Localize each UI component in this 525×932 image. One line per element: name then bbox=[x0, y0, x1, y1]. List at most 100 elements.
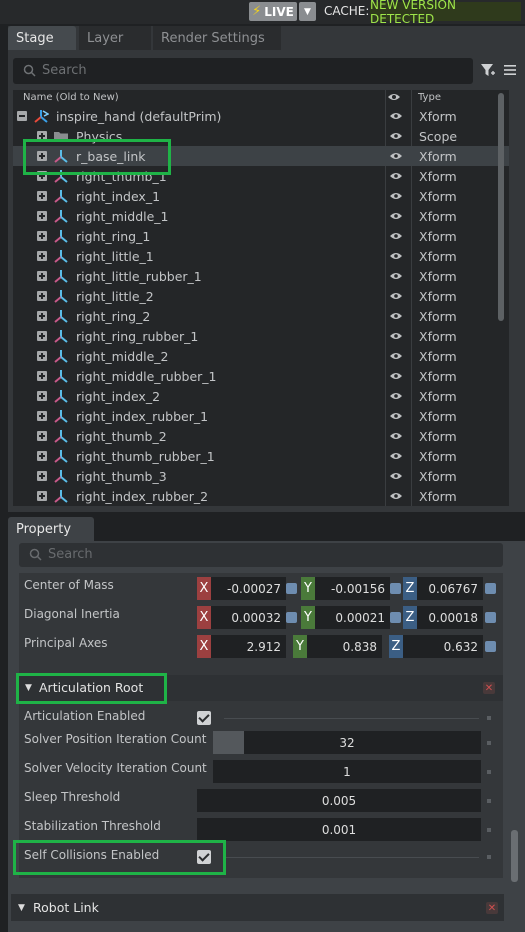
diagonal-inertia-x-field[interactable]: 0.00032 bbox=[211, 606, 286, 629]
expand-icon[interactable] bbox=[37, 211, 47, 221]
expand-icon[interactable] bbox=[37, 131, 47, 141]
keyframe-button[interactable] bbox=[485, 583, 496, 594]
expand-icon[interactable] bbox=[37, 471, 47, 481]
tree-row[interactable]: right_little_rubber_1 Xform bbox=[13, 266, 509, 286]
reset-dot[interactable] bbox=[487, 741, 491, 745]
visibility-eye-icon[interactable] bbox=[389, 371, 403, 381]
visibility-eye-icon[interactable] bbox=[389, 411, 403, 421]
expand-icon[interactable] bbox=[37, 351, 47, 361]
self-collisions-checkbox[interactable] bbox=[197, 850, 211, 864]
tree-row[interactable]: right_ring_1 Xform bbox=[13, 226, 509, 246]
solver-velocity-field[interactable]: 1 bbox=[213, 760, 481, 783]
live-dropdown-button[interactable]: ▼ bbox=[299, 2, 316, 21]
sleep-threshold-field[interactable]: 0.005 bbox=[197, 789, 481, 812]
expand-icon[interactable] bbox=[37, 451, 47, 461]
tree-row[interactable]: right_index_rubber_2 Xform bbox=[13, 486, 509, 506]
stabilization-threshold-field[interactable]: 0.001 bbox=[197, 818, 481, 841]
tree-row[interactable]: right_middle_1 Xform bbox=[13, 206, 509, 226]
principal-axes-z[interactable]: Z 0.632 bbox=[389, 635, 483, 658]
tree-row[interactable]: right_ring_rubber_1 Xform bbox=[13, 326, 509, 346]
tree-row[interactable]: Physics Scope bbox=[13, 126, 509, 146]
expand-icon[interactable] bbox=[37, 391, 47, 401]
visibility-eye-icon[interactable] bbox=[389, 431, 403, 441]
tab-property[interactable]: Property bbox=[8, 517, 94, 541]
diagonal-inertia-z[interactable]: Z 0.00018 bbox=[403, 606, 483, 629]
expand-icon[interactable] bbox=[37, 491, 47, 501]
expand-icon[interactable] bbox=[37, 151, 47, 161]
visibility-eye-icon[interactable] bbox=[389, 331, 403, 341]
visibility-eye-icon[interactable] bbox=[389, 231, 403, 241]
tab-layer[interactable]: Layer bbox=[79, 26, 151, 50]
filter-icon[interactable] bbox=[480, 62, 496, 78]
visibility-eye-icon[interactable] bbox=[389, 471, 403, 481]
tree-row[interactable]: right_little_1 Xform bbox=[13, 246, 509, 266]
visibility-eye-icon[interactable] bbox=[389, 171, 403, 181]
visibility-eye-icon[interactable] bbox=[389, 451, 403, 461]
visibility-eye-icon[interactable] bbox=[389, 251, 403, 261]
column-name-header[interactable]: Name (Old to New) bbox=[23, 92, 119, 103]
expand-icon[interactable] bbox=[37, 271, 47, 281]
tree-row[interactable]: right_little_2 Xform bbox=[13, 286, 509, 306]
tree-row[interactable]: right_index_rubber_1 Xform bbox=[13, 406, 509, 426]
robot-link-header[interactable]: ▼ Robot Link ✕ bbox=[11, 894, 504, 921]
slider-handle[interactable] bbox=[213, 731, 244, 754]
tab-render-settings[interactable]: Render Settings bbox=[153, 26, 281, 50]
reset-dot[interactable] bbox=[487, 770, 491, 774]
expand-icon[interactable] bbox=[37, 331, 47, 341]
keyframe-button[interactable] bbox=[485, 641, 496, 652]
diagonal-inertia-z-field[interactable]: 0.00018 bbox=[417, 606, 483, 629]
principal-axes-y-field[interactable]: 0.838 bbox=[307, 635, 382, 658]
expand-icon[interactable] bbox=[37, 411, 47, 421]
tree-row[interactable]: r_base_link Xform bbox=[13, 146, 509, 166]
visibility-eye-icon[interactable] bbox=[389, 311, 403, 321]
visibility-eye-icon[interactable] bbox=[389, 151, 403, 161]
center-of-mass-y-field[interactable]: -0.00156 bbox=[315, 577, 390, 600]
expand-icon[interactable] bbox=[37, 371, 47, 381]
visibility-eye-icon[interactable] bbox=[387, 91, 401, 103]
visibility-eye-icon[interactable] bbox=[389, 131, 403, 141]
property-search-input[interactable]: Search bbox=[19, 543, 503, 567]
tree-row[interactable]: right_middle_2 Xform bbox=[13, 346, 509, 366]
diagonal-inertia-y[interactable]: Y 0.00021 bbox=[301, 606, 390, 629]
keyframe-button[interactable] bbox=[485, 612, 496, 623]
visibility-eye-icon[interactable] bbox=[389, 491, 403, 501]
center-of-mass-y[interactable]: Y -0.00156 bbox=[301, 577, 390, 600]
solver-position-field[interactable]: 32 bbox=[213, 731, 481, 754]
expand-icon[interactable] bbox=[37, 191, 47, 201]
diagonal-inertia-y-field[interactable]: 0.00021 bbox=[315, 606, 390, 629]
reset-dot[interactable] bbox=[487, 799, 491, 803]
principal-axes-x-field[interactable]: 2.912 bbox=[211, 635, 286, 658]
tab-stage[interactable]: Stage bbox=[8, 26, 76, 50]
visibility-eye-icon[interactable] bbox=[389, 391, 403, 401]
visibility-eye-icon[interactable] bbox=[389, 191, 403, 201]
keyframe-button[interactable] bbox=[286, 612, 297, 623]
center-of-mass-z-field[interactable]: 0.06767 bbox=[417, 577, 483, 600]
expand-icon[interactable] bbox=[37, 291, 47, 301]
tree-row[interactable]: inspire_hand (defaultPrim) Xform bbox=[13, 106, 509, 126]
visibility-eye-icon[interactable] bbox=[389, 351, 403, 361]
expand-icon[interactable] bbox=[37, 311, 47, 321]
cache-status-badge[interactable]: NEW VERSION DETECTED bbox=[370, 0, 521, 26]
principal-axes-x[interactable]: X 2.912 bbox=[197, 635, 286, 658]
column-type-header[interactable]: Type bbox=[418, 92, 441, 103]
principal-axes-y[interactable]: Y 0.838 bbox=[293, 635, 382, 658]
tree-row[interactable]: right_middle_rubber_1 Xform bbox=[13, 366, 509, 386]
live-button[interactable]: ⚡ LIVE bbox=[249, 2, 297, 21]
visibility-eye-icon[interactable] bbox=[389, 211, 403, 221]
keyframe-button[interactable] bbox=[390, 612, 401, 623]
remove-component-icon[interactable]: ✕ bbox=[486, 902, 498, 914]
reset-dot[interactable] bbox=[487, 828, 491, 832]
visibility-eye-icon[interactable] bbox=[389, 291, 403, 301]
articulation-root-header[interactable]: ▼ Articulation Root ✕ bbox=[19, 675, 503, 701]
tree-row[interactable]: right_thumb_3 Xform bbox=[13, 466, 509, 486]
center-of-mass-x-field[interactable]: -0.00027 bbox=[211, 577, 286, 600]
collapse-icon[interactable] bbox=[17, 111, 27, 121]
articulation-enabled-checkbox[interactable] bbox=[197, 711, 211, 725]
stage-search-input[interactable]: Search bbox=[13, 58, 473, 84]
center-of-mass-x[interactable]: X -0.00027 bbox=[197, 577, 286, 600]
expand-icon[interactable] bbox=[37, 431, 47, 441]
expand-icon[interactable] bbox=[37, 231, 47, 241]
tree-row[interactable]: right_thumb_rubber_1 Xform bbox=[13, 446, 509, 466]
tree-row[interactable]: right_thumb_2 Xform bbox=[13, 426, 509, 446]
center-of-mass-z[interactable]: Z 0.06767 bbox=[403, 577, 483, 600]
